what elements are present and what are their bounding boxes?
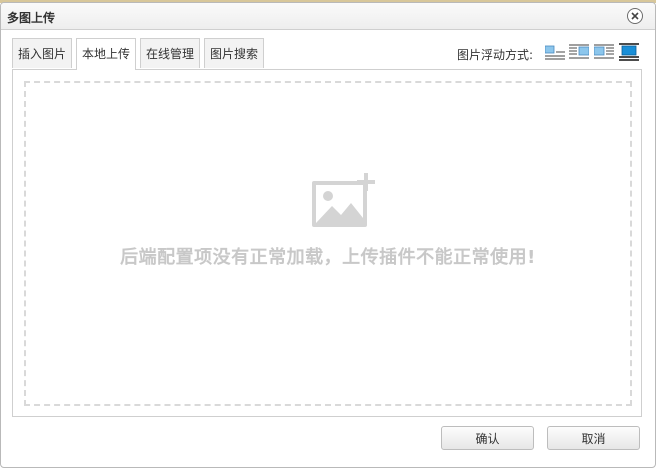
close-icon[interactable] — [627, 8, 643, 24]
float-left-icon[interactable] — [569, 43, 590, 61]
dialog-title: 多图上传 — [7, 11, 56, 25]
add-image-icon — [312, 173, 376, 232]
upload-dropzone[interactable]: 后端配置项没有正常加载，上传插件不能正常使用! — [24, 81, 632, 406]
tab-insert-image[interactable]: 插入图片 — [12, 38, 72, 68]
confirm-button[interactable]: 确认 — [441, 426, 534, 450]
upload-error-message: 后端配置项没有正常加载，上传插件不能正常使用! — [120, 247, 536, 268]
dialog-titlebar: 多图上传 — [1, 3, 655, 30]
tab-image-search[interactable]: 图片搜索 — [204, 38, 264, 68]
float-none-icon[interactable] — [544, 43, 565, 61]
tab-local-upload[interactable]: 本地上传 — [76, 38, 136, 70]
float-center-icon[interactable] — [619, 43, 639, 61]
cancel-button[interactable]: 取消 — [547, 426, 640, 450]
float-right-icon[interactable] — [593, 43, 614, 61]
tab-online-manage[interactable]: 在线管理 — [140, 38, 200, 68]
local-upload-panel: 后端配置项没有正常加载，上传插件不能正常使用! — [12, 69, 642, 417]
float-mode-label: 图片浮动方式: — [457, 48, 534, 62]
